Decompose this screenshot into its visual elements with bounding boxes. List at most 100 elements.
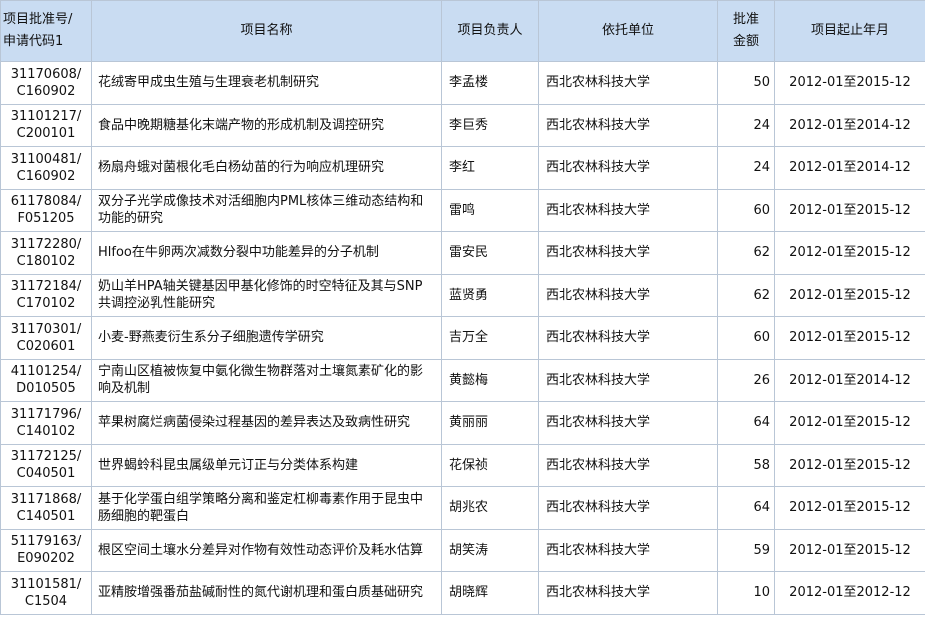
approved-amount: 24: [717, 146, 775, 190]
project-leader: 吉万全: [441, 316, 539, 360]
project-code-cell: 31172280/ C180102: [0, 231, 92, 275]
header-code-line2: 申请代码1: [3, 34, 64, 49]
host-unit: 西北农林科技大学: [538, 61, 718, 105]
host-unit: 西北农林科技大学: [538, 571, 718, 615]
table-body: 31170608/ C160902 花绒寄甲成虫生殖与生理衰老机制研究 李孟楼 …: [0, 61, 925, 615]
table-row: 31171796/ C140102 苹果树腐烂病菌侵染过程基因的差异表达及致病性…: [0, 401, 925, 445]
project-code-cell: 31101581/ C1504: [0, 571, 92, 615]
project-name: 小麦-野燕麦衍生系分子细胞遗传学研究: [91, 316, 442, 360]
approved-amount: 26: [717, 358, 775, 402]
project-leader: 胡晓辉: [441, 571, 539, 615]
project-leader: 蓝贤勇: [441, 273, 539, 317]
table-row: 41101254/ D010505 宁南山区植被恢复中氨化微生物群落对土壤氮素矿…: [0, 358, 925, 402]
application-code: C180102: [16, 253, 76, 269]
table-row: 61178084/ F051205 双分子光学成像技术对活细胞内PML核体三维动…: [0, 188, 925, 232]
project-code-cell: 31170608/ C160902: [0, 61, 92, 105]
project-leader: 胡笑涛: [441, 528, 539, 572]
approved-amount: 50: [717, 61, 775, 105]
project-leader: 李红: [441, 146, 539, 190]
application-code: D010505: [16, 381, 76, 397]
application-code: C170102: [16, 296, 76, 312]
projects-table: 项目批准号/ 申请代码1 项目名称 项目负责人 依托单位 批准 金额 项目起止年…: [0, 0, 925, 615]
table-row: 31172125/ C040501 世界蝎蛉科昆虫属级单元订正与分类体系构建 花…: [0, 443, 925, 487]
approved-amount: 59: [717, 528, 775, 572]
project-name: 苹果树腐烂病菌侵染过程基因的差异表达及致病性研究: [91, 401, 442, 445]
project-name: 亚精胺增强番茄盐碱耐性的氮代谢机理和蛋白质基础研究: [91, 571, 442, 615]
approved-amount: 60: [717, 316, 775, 360]
application-code: C1504: [24, 593, 68, 609]
project-leader: 黄懿梅: [441, 358, 539, 402]
project-name: 双分子光学成像技术对活细胞内PML核体三维动态结构和功能的研究: [91, 188, 442, 232]
application-code: C040501: [16, 466, 76, 482]
application-code: C160902: [16, 83, 76, 99]
header-amount-line1: 批准: [732, 12, 759, 27]
header-unit: 依托单位: [538, 0, 718, 62]
project-code: 31172125/: [10, 449, 82, 465]
application-code: C200101: [16, 126, 76, 142]
project-period: 2012-01至2015-12: [774, 188, 925, 232]
host-unit: 西北农林科技大学: [538, 273, 718, 317]
project-leader: 花保祯: [441, 443, 539, 487]
host-unit: 西北农林科技大学: [538, 231, 718, 275]
project-leader: 胡兆农: [441, 486, 539, 530]
project-period: 2012-01至2015-12: [774, 273, 925, 317]
project-code: 51179163/: [10, 534, 82, 550]
project-leader: 黄丽丽: [441, 401, 539, 445]
project-period: 2012-01至2015-12: [774, 316, 925, 360]
project-period: 2012-01至2014-12: [774, 146, 925, 190]
project-code-cell: 31101217/ C200101: [0, 103, 92, 147]
project-period: 2012-01至2015-12: [774, 528, 925, 572]
application-code: C140501: [16, 508, 76, 524]
header-amount: 批准 金额: [717, 0, 775, 62]
project-code: 31100481/: [10, 151, 82, 167]
project-code-cell: 31171796/ C140102: [0, 401, 92, 445]
project-code: 31101581/: [10, 576, 82, 592]
project-code: 31172184/: [10, 279, 82, 295]
table-header: 项目批准号/ 申请代码1 项目名称 项目负责人 依托单位 批准 金额 项目起止年…: [0, 0, 925, 62]
host-unit: 西北农林科技大学: [538, 486, 718, 530]
project-code-cell: 31172125/ C040501: [0, 443, 92, 487]
host-unit: 西北农林科技大学: [538, 146, 718, 190]
project-name: 食品中晚期糖基化末端产物的形成机制及调控研究: [91, 103, 442, 147]
project-period: 2012-01至2014-12: [774, 103, 925, 147]
project-code: 31171796/: [10, 406, 82, 422]
project-period: 2012-01至2012-12: [774, 571, 925, 615]
project-leader: 雷安民: [441, 231, 539, 275]
header-leader: 项目负责人: [441, 0, 539, 62]
project-code-cell: 51179163/ E090202: [0, 528, 92, 572]
application-code: C140102: [16, 423, 76, 439]
approved-amount: 58: [717, 443, 775, 487]
project-leader: 李巨秀: [441, 103, 539, 147]
host-unit: 西北农林科技大学: [538, 358, 718, 402]
host-unit: 西北农林科技大学: [538, 188, 718, 232]
project-period: 2012-01至2015-12: [774, 401, 925, 445]
project-name: 杨扇舟蛾对菌根化毛白杨幼苗的行为响应机理研究: [91, 146, 442, 190]
table-row: 31101217/ C200101 食品中晚期糖基化末端产物的形成机制及调控研究…: [0, 103, 925, 147]
application-code: F051205: [17, 211, 75, 227]
project-name: 花绒寄甲成虫生殖与生理衰老机制研究: [91, 61, 442, 105]
host-unit: 西北农林科技大学: [538, 316, 718, 360]
project-code-cell: 31100481/ C160902: [0, 146, 92, 190]
table-row: 31101581/ C1504 亚精胺增强番茄盐碱耐性的氮代谢机理和蛋白质基础研…: [0, 571, 925, 615]
table-row: 31172184/ C170102 奶山羊HPA轴关键基因甲基化修饰的时空特征及…: [0, 273, 925, 317]
table-row: 31171868/ C140501 基于化学蛋白组学策略分离和鉴定杠柳毒素作用于…: [0, 486, 925, 530]
project-code: 31170608/: [10, 66, 82, 82]
approved-amount: 64: [717, 401, 775, 445]
approved-amount: 62: [717, 273, 775, 317]
table-row: 51179163/ E090202 根区空间土壤水分差异对作物有效性动态评价及耗…: [0, 528, 925, 572]
project-period: 2012-01至2015-12: [774, 443, 925, 487]
project-code-cell: 41101254/ D010505: [0, 358, 92, 402]
project-code: 31171868/: [10, 491, 82, 507]
host-unit: 西北农林科技大学: [538, 103, 718, 147]
project-period: 2012-01至2015-12: [774, 231, 925, 275]
project-name: 宁南山区植被恢复中氨化微生物群落对土壤氮素矿化的影响及机制: [91, 358, 442, 402]
approved-amount: 62: [717, 231, 775, 275]
project-code: 61178084/: [10, 194, 82, 210]
project-code-cell: 31170301/ C020601: [0, 316, 92, 360]
application-code: C020601: [16, 338, 76, 354]
header-period: 项目起止年月: [774, 0, 925, 62]
project-leader: 李孟楼: [441, 61, 539, 105]
host-unit: 西北农林科技大学: [538, 443, 718, 487]
project-name: 根区空间土壤水分差异对作物有效性动态评价及耗水估算: [91, 528, 442, 572]
table-row: 31100481/ C160902 杨扇舟蛾对菌根化毛白杨幼苗的行为响应机理研究…: [0, 146, 925, 190]
